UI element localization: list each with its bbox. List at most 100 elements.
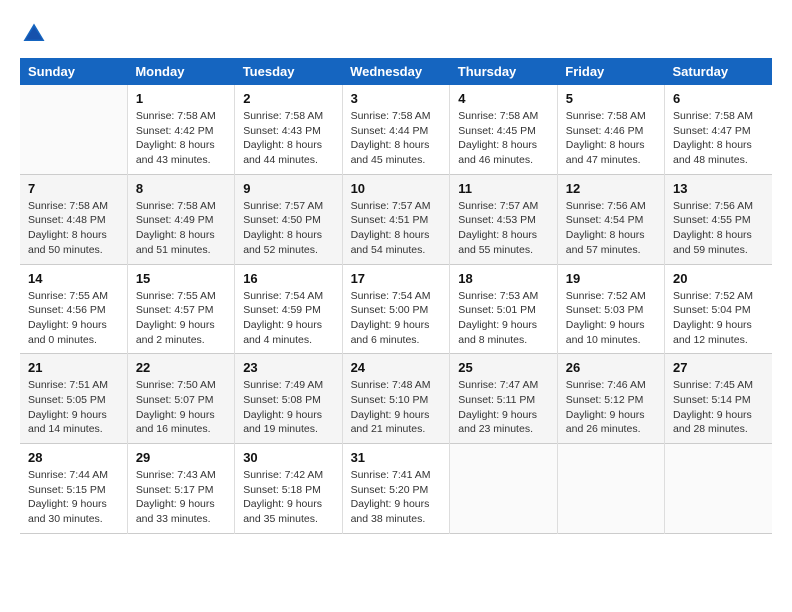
day-cell: 9 Sunrise: 7:57 AM Sunset: 4:50 PM Daylig… — [235, 174, 342, 264]
day-info: Sunrise: 7:43 AM Sunset: 5:17 PM Dayligh… — [136, 468, 226, 527]
weekday-header-saturday: Saturday — [665, 58, 772, 85]
day-number: 14 — [28, 271, 119, 286]
day-number: 30 — [243, 450, 333, 465]
day-number: 18 — [458, 271, 549, 286]
page-header — [20, 20, 772, 48]
day-cell: 20 Sunrise: 7:52 AM Sunset: 5:04 PM Dayli… — [665, 264, 772, 354]
day-cell — [450, 444, 558, 534]
day-cell: 7 Sunrise: 7:58 AM Sunset: 4:48 PM Daylig… — [20, 174, 127, 264]
day-cell: 22 Sunrise: 7:50 AM Sunset: 5:07 PM Dayli… — [127, 354, 234, 444]
week-row-1: 1 Sunrise: 7:58 AM Sunset: 4:42 PM Daylig… — [20, 85, 772, 174]
day-cell: 26 Sunrise: 7:46 AM Sunset: 5:12 PM Dayli… — [557, 354, 664, 444]
weekday-header-wednesday: Wednesday — [342, 58, 450, 85]
day-info: Sunrise: 7:51 AM Sunset: 5:05 PM Dayligh… — [28, 378, 119, 437]
day-info: Sunrise: 7:46 AM Sunset: 5:12 PM Dayligh… — [566, 378, 656, 437]
day-number: 7 — [28, 181, 119, 196]
day-number: 3 — [351, 91, 442, 106]
week-row-2: 7 Sunrise: 7:58 AM Sunset: 4:48 PM Daylig… — [20, 174, 772, 264]
day-number: 4 — [458, 91, 549, 106]
day-cell: 21 Sunrise: 7:51 AM Sunset: 5:05 PM Dayli… — [20, 354, 127, 444]
day-info: Sunrise: 7:55 AM Sunset: 4:56 PM Dayligh… — [28, 289, 119, 348]
day-number: 8 — [136, 181, 226, 196]
day-cell: 29 Sunrise: 7:43 AM Sunset: 5:17 PM Dayli… — [127, 444, 234, 534]
day-info: Sunrise: 7:52 AM Sunset: 5:03 PM Dayligh… — [566, 289, 656, 348]
day-info: Sunrise: 7:58 AM Sunset: 4:49 PM Dayligh… — [136, 199, 226, 258]
day-cell: 31Sunrise: 7:41 AM Sunset: 5:20 PM Dayli… — [342, 444, 450, 534]
day-number: 9 — [243, 181, 333, 196]
day-cell: 5 Sunrise: 7:58 AM Sunset: 4:46 PM Daylig… — [557, 85, 664, 174]
day-cell: 28 Sunrise: 7:44 AM Sunset: 5:15 PM Dayli… — [20, 444, 127, 534]
day-info: Sunrise: 7:45 AM Sunset: 5:14 PM Dayligh… — [673, 378, 764, 437]
week-row-4: 21 Sunrise: 7:51 AM Sunset: 5:05 PM Dayli… — [20, 354, 772, 444]
day-number: 11 — [458, 181, 549, 196]
day-number: 26 — [566, 360, 656, 375]
day-number: 23 — [243, 360, 333, 375]
day-info: Sunrise: 7:48 AM Sunset: 5:10 PM Dayligh… — [351, 378, 442, 437]
day-info: Sunrise: 7:58 AM Sunset: 4:47 PM Dayligh… — [673, 109, 764, 168]
day-cell: 10 Sunrise: 7:57 AM Sunset: 4:51 PM Dayli… — [342, 174, 450, 264]
day-number: 12 — [566, 181, 656, 196]
day-cell: 11Sunrise: 7:57 AM Sunset: 4:53 PM Dayli… — [450, 174, 558, 264]
day-info: Sunrise: 7:53 AM Sunset: 5:01 PM Dayligh… — [458, 289, 549, 348]
weekday-header-monday: Monday — [127, 58, 234, 85]
day-info: Sunrise: 7:58 AM Sunset: 4:48 PM Dayligh… — [28, 199, 119, 258]
day-cell: 18 Sunrise: 7:53 AM Sunset: 5:01 PM Dayli… — [450, 264, 558, 354]
day-cell: 1 Sunrise: 7:58 AM Sunset: 4:42 PM Daylig… — [127, 85, 234, 174]
day-info: Sunrise: 7:54 AM Sunset: 4:59 PM Dayligh… — [243, 289, 333, 348]
day-cell: 8 Sunrise: 7:58 AM Sunset: 4:49 PM Daylig… — [127, 174, 234, 264]
day-cell: 23Sunrise: 7:49 AM Sunset: 5:08 PM Dayli… — [235, 354, 342, 444]
day-info: Sunrise: 7:56 AM Sunset: 4:55 PM Dayligh… — [673, 199, 764, 258]
day-cell: 24 Sunrise: 7:48 AM Sunset: 5:10 PM Dayli… — [342, 354, 450, 444]
day-number: 15 — [136, 271, 226, 286]
weekday-header-row: SundayMondayTuesdayWednesdayThursdayFrid… — [20, 58, 772, 85]
day-number: 16 — [243, 271, 333, 286]
day-cell: 17 Sunrise: 7:54 AM Sunset: 5:00 PM Dayli… — [342, 264, 450, 354]
day-number: 13 — [673, 181, 764, 196]
day-info: Sunrise: 7:58 AM Sunset: 4:46 PM Dayligh… — [566, 109, 656, 168]
day-cell: 25 Sunrise: 7:47 AM Sunset: 5:11 PM Dayli… — [450, 354, 558, 444]
weekday-header-friday: Friday — [557, 58, 664, 85]
day-cell: 4 Sunrise: 7:58 AM Sunset: 4:45 PM Daylig… — [450, 85, 558, 174]
day-number: 21 — [28, 360, 119, 375]
day-info: Sunrise: 7:58 AM Sunset: 4:45 PM Dayligh… — [458, 109, 549, 168]
week-row-3: 14 Sunrise: 7:55 AM Sunset: 4:56 PM Dayli… — [20, 264, 772, 354]
day-info: Sunrise: 7:41 AM Sunset: 5:20 PM Dayligh… — [351, 468, 442, 527]
day-info: Sunrise: 7:50 AM Sunset: 5:07 PM Dayligh… — [136, 378, 226, 437]
day-cell — [665, 444, 772, 534]
day-cell: 16 Sunrise: 7:54 AM Sunset: 4:59 PM Dayli… — [235, 264, 342, 354]
day-number: 24 — [351, 360, 442, 375]
day-info: Sunrise: 7:47 AM Sunset: 5:11 PM Dayligh… — [458, 378, 549, 437]
day-cell: 3 Sunrise: 7:58 AM Sunset: 4:44 PM Daylig… — [342, 85, 450, 174]
day-number: 1 — [136, 91, 226, 106]
day-info: Sunrise: 7:58 AM Sunset: 4:42 PM Dayligh… — [136, 109, 226, 168]
day-number: 5 — [566, 91, 656, 106]
day-number: 27 — [673, 360, 764, 375]
day-cell: 27 Sunrise: 7:45 AM Sunset: 5:14 PM Dayli… — [665, 354, 772, 444]
logo — [20, 20, 50, 48]
day-cell: 6 Sunrise: 7:58 AM Sunset: 4:47 PM Daylig… — [665, 85, 772, 174]
day-number: 28 — [28, 450, 119, 465]
weekday-header-tuesday: Tuesday — [235, 58, 342, 85]
day-cell: 2Sunrise: 7:58 AM Sunset: 4:43 PM Daylig… — [235, 85, 342, 174]
weekday-header-thursday: Thursday — [450, 58, 558, 85]
day-cell: 30Sunrise: 7:42 AM Sunset: 5:18 PM Dayli… — [235, 444, 342, 534]
day-info: Sunrise: 7:58 AM Sunset: 4:43 PM Dayligh… — [243, 109, 333, 168]
day-number: 22 — [136, 360, 226, 375]
day-info: Sunrise: 7:58 AM Sunset: 4:44 PM Dayligh… — [351, 109, 442, 168]
day-info: Sunrise: 7:55 AM Sunset: 4:57 PM Dayligh… — [136, 289, 226, 348]
day-info: Sunrise: 7:44 AM Sunset: 5:15 PM Dayligh… — [28, 468, 119, 527]
day-cell: 13 Sunrise: 7:56 AM Sunset: 4:55 PM Dayli… — [665, 174, 772, 264]
day-info: Sunrise: 7:52 AM Sunset: 5:04 PM Dayligh… — [673, 289, 764, 348]
day-number: 25 — [458, 360, 549, 375]
day-number: 17 — [351, 271, 442, 286]
day-info: Sunrise: 7:54 AM Sunset: 5:00 PM Dayligh… — [351, 289, 442, 348]
day-info: Sunrise: 7:57 AM Sunset: 4:50 PM Dayligh… — [243, 199, 333, 258]
day-number: 29 — [136, 450, 226, 465]
day-number: 20 — [673, 271, 764, 286]
day-number: 6 — [673, 91, 764, 106]
day-number: 10 — [351, 181, 442, 196]
day-info: Sunrise: 7:56 AM Sunset: 4:54 PM Dayligh… — [566, 199, 656, 258]
day-cell — [20, 85, 127, 174]
day-info: Sunrise: 7:57 AM Sunset: 4:51 PM Dayligh… — [351, 199, 442, 258]
calendar-table: SundayMondayTuesdayWednesdayThursdayFrid… — [20, 58, 772, 534]
